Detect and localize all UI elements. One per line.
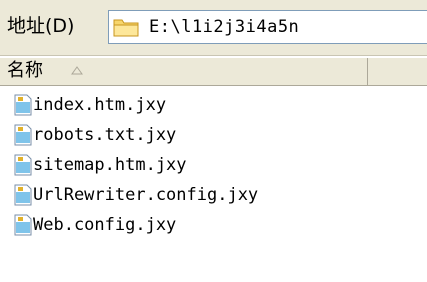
list-column-header: 名称 [0, 58, 427, 86]
file-icon [14, 154, 32, 176]
file-name: robots.txt.jxy [33, 125, 177, 145]
file-list: index.htm.jxy robots.txt.jxy sitemap.htm… [0, 86, 427, 282]
file-icon [14, 94, 32, 116]
list-item[interactable]: robots.txt.jxy [13, 120, 393, 150]
column-header-name[interactable]: 名称 [0, 58, 368, 85]
file-icon [14, 214, 32, 236]
file-icon [14, 184, 32, 206]
address-path: E:\l1i2j3i4a5n [149, 17, 300, 37]
list-item[interactable]: sitemap.htm.jxy [13, 150, 393, 180]
address-input[interactable]: E:\l1i2j3i4a5n [108, 10, 427, 44]
folder-icon [113, 19, 139, 37]
file-name: sitemap.htm.jxy [33, 155, 187, 175]
file-icon [14, 124, 32, 146]
file-name: index.htm.jxy [33, 95, 167, 115]
list-item[interactable]: index.htm.jxy [13, 90, 393, 120]
list-item[interactable]: Web.config.jxy [13, 210, 393, 240]
address-bar: 地址(D) E:\l1i2j3i4a5n [0, 0, 427, 56]
list-item[interactable]: UrlRewriter.config.jxy [13, 180, 393, 210]
address-label: 地址(D) [7, 15, 75, 37]
column-header-name-label: 名称 [7, 60, 43, 81]
file-name: Web.config.jxy [33, 215, 177, 235]
sort-ascending-icon [71, 66, 83, 75]
file-name: UrlRewriter.config.jxy [33, 185, 259, 205]
column-header-next[interactable] [369, 58, 427, 85]
